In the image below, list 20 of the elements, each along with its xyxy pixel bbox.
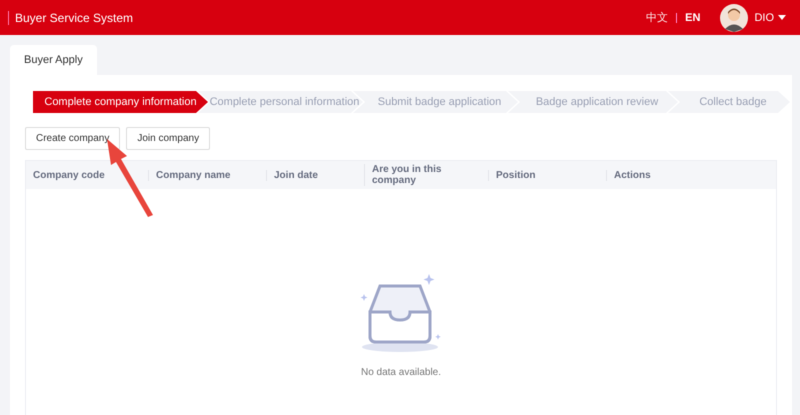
avatar-icon[interactable]: [720, 4, 748, 32]
language-link[interactable]: EN: [685, 12, 700, 24]
step: Badge application review: [508, 91, 678, 113]
action-button[interactable]: Join company: [126, 127, 210, 150]
column-header: Are you in this company: [364, 164, 488, 186]
column-header: Company name: [148, 170, 266, 180]
column-header: Position: [488, 170, 606, 180]
step: Complete company information: [33, 91, 208, 113]
column-header: Actions: [606, 170, 776, 180]
step: Collect badge: [668, 91, 790, 113]
language-link[interactable]: 中文: [646, 10, 668, 25]
empty-message: No data available.: [360, 367, 442, 378]
column-header: Join date: [266, 170, 364, 180]
column-header: Company code: [32, 170, 106, 180]
tab[interactable]: Buyer Apply: [10, 45, 97, 75]
app-title: Buyer Service System: [8, 10, 646, 24]
caret-icon: [778, 15, 786, 20]
action-button[interactable]: Create company: [25, 127, 120, 150]
user-menu[interactable]: DIO: [754, 12, 786, 24]
step: Complete personal information: [198, 91, 363, 113]
